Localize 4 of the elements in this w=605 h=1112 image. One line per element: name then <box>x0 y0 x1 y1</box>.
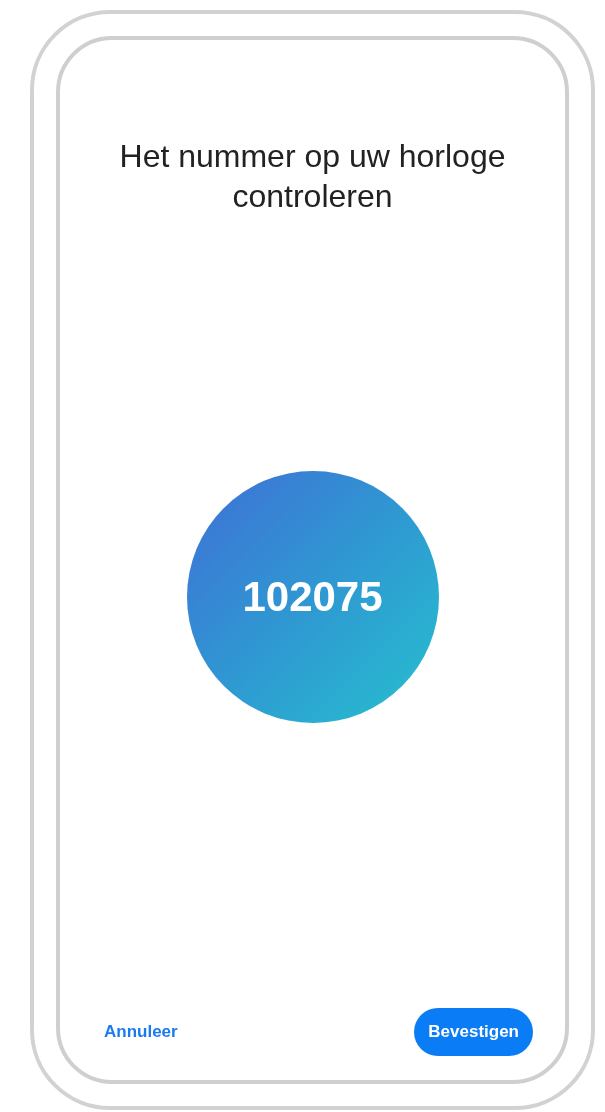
verification-code: 102075 <box>242 573 383 621</box>
cancel-button[interactable]: Annuleer <box>96 1012 186 1052</box>
page-title: Het nummer op uw horloge controleren <box>118 137 507 216</box>
confirm-button[interactable]: Bevestigen <box>414 1008 533 1056</box>
